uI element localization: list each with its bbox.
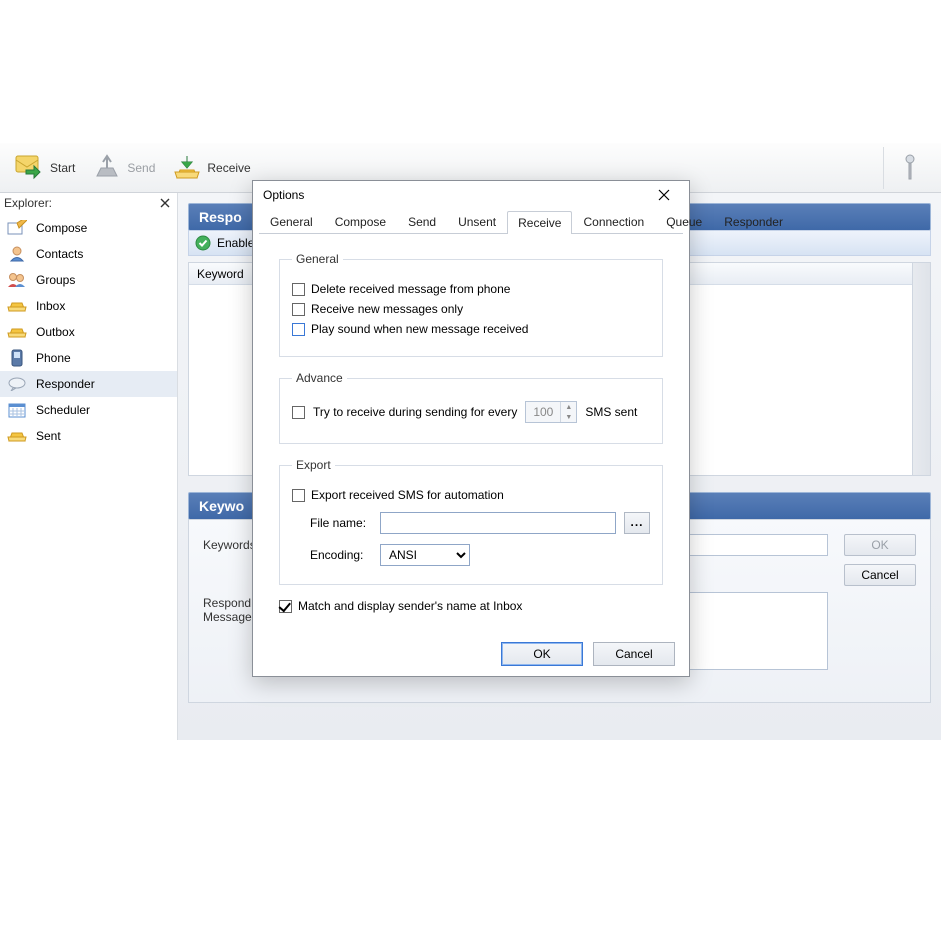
sidebar-item-label: Compose <box>36 221 87 235</box>
sidebar-item-label: Phone <box>36 351 71 365</box>
responder-icon <box>6 375 28 393</box>
start-label: Start <box>50 161 75 175</box>
file-name-label: File name: <box>310 516 372 530</box>
general-legend: General <box>292 252 343 266</box>
key-icon <box>903 153 917 183</box>
play-sound-checkbox[interactable] <box>292 323 305 336</box>
dialog-ok-button[interactable]: OK <box>501 642 583 666</box>
respond-label-line1: Respond <box>203 596 251 610</box>
sidebar-item-contacts[interactable]: Contacts <box>0 241 177 267</box>
sidebar-item-scheduler[interactable]: Scheduler <box>0 397 177 423</box>
responder-title: Respo <box>199 209 242 225</box>
general-group: General Delete received message from pho… <box>279 252 663 357</box>
match-display-checkbox[interactable] <box>279 600 292 613</box>
keyword-col-label: Keyword <box>197 267 244 281</box>
sidebar-item-label: Sent <box>36 429 61 443</box>
dialog-cancel-button[interactable]: Cancel <box>593 642 675 666</box>
export-sms-checkbox[interactable] <box>292 489 305 502</box>
receive-icon <box>171 152 203 184</box>
sms-sent-label: SMS sent <box>585 405 637 419</box>
contacts-icon <box>6 245 28 263</box>
dialog-titlebar[interactable]: Options <box>253 181 689 209</box>
delete-received-checkbox[interactable] <box>292 283 305 296</box>
dialog-title: Options <box>263 188 649 202</box>
explorer-title: Explorer: <box>4 196 157 210</box>
close-icon <box>160 198 170 208</box>
send-button[interactable]: Send <box>83 147 163 189</box>
file-name-input[interactable] <box>380 512 616 534</box>
advance-legend: Advance <box>292 371 347 385</box>
export-group: Export Export received SMS for automatio… <box>279 458 663 585</box>
receive-button[interactable]: Receive <box>163 147 258 189</box>
check-circle-icon <box>195 235 211 251</box>
sidebar-item-groups[interactable]: Groups <box>0 267 177 293</box>
respond-label-line2: Message <box>203 610 252 624</box>
tab-send[interactable]: Send <box>397 210 447 233</box>
explorer-close[interactable] <box>157 195 173 211</box>
sidebar-item-outbox[interactable]: Outbox <box>0 319 177 345</box>
options-dialog: Options General Compose Send Unsent Rece… <box>252 180 690 677</box>
scheduler-icon <box>6 401 28 419</box>
advance-group: Advance Try to receive during sending fo… <box>279 371 663 444</box>
tab-general[interactable]: General <box>259 210 324 233</box>
keyword-list-scrollbar[interactable] <box>912 263 930 475</box>
sms-count-value: 100 <box>526 405 560 419</box>
enable-label[interactable]: Enable <box>217 236 254 250</box>
try-receive-label: Try to receive during sending for every <box>313 405 517 419</box>
keyword-props-title: Keywo <box>199 498 244 514</box>
spinner-arrows[interactable]: ▲▼ <box>560 402 576 422</box>
compose-icon <box>6 219 28 237</box>
tab-queue[interactable]: Queue <box>655 210 713 233</box>
dialog-close-button[interactable] <box>649 184 679 206</box>
sidebar-item-compose[interactable]: Compose <box>0 215 177 241</box>
tab-connection[interactable]: Connection <box>572 210 655 233</box>
explorer-panel: Explorer: Compose Contacts Groups <box>0 193 178 740</box>
tab-compose[interactable]: Compose <box>324 210 397 233</box>
tab-receive[interactable]: Receive <box>507 211 572 234</box>
groups-icon <box>6 271 28 289</box>
encoding-label: Encoding: <box>310 548 372 562</box>
sms-count-spinner[interactable]: 100 ▲▼ <box>525 401 577 423</box>
send-label: Send <box>127 161 155 175</box>
dialog-buttons: OK Cancel <box>253 632 689 676</box>
sidebar-item-sent[interactable]: Sent <box>0 423 177 449</box>
export-legend: Export <box>292 458 335 472</box>
tab-responder[interactable]: Responder <box>713 210 794 233</box>
props-cancel-button[interactable]: Cancel <box>844 564 916 586</box>
receive-new-only-checkbox[interactable] <box>292 303 305 316</box>
sidebar-item-label: Responder <box>36 377 95 391</box>
dialog-tabs: General Compose Send Unsent Receive Conn… <box>253 209 689 233</box>
start-button[interactable]: Start <box>6 147 83 189</box>
key-tool[interactable] <box>883 147 935 189</box>
inbox-icon <box>6 297 28 315</box>
sidebar-item-label: Contacts <box>36 247 83 261</box>
sidebar-item-label: Groups <box>36 273 75 287</box>
receive-label: Receive <box>207 161 250 175</box>
send-icon <box>91 152 123 184</box>
try-receive-checkbox[interactable] <box>292 406 305 419</box>
sidebar-item-label: Inbox <box>36 299 65 313</box>
match-display-label: Match and display sender's name at Inbox <box>298 599 522 613</box>
sidebar-item-label: Outbox <box>36 325 75 339</box>
explorer-header: Explorer: <box>0 193 177 213</box>
phone-icon <box>6 349 28 367</box>
start-icon <box>14 152 46 184</box>
close-icon <box>658 189 670 201</box>
props-ok-button[interactable]: OK <box>844 534 916 556</box>
tab-body-receive: General Delete received message from pho… <box>259 233 683 632</box>
receive-new-only-label: Receive new messages only <box>311 302 463 316</box>
sidebar-item-responder[interactable]: Responder <box>0 371 177 397</box>
delete-received-label: Delete received message from phone <box>311 282 510 296</box>
tab-unsent[interactable]: Unsent <box>447 210 507 233</box>
play-sound-label: Play sound when new message received <box>311 322 528 336</box>
browse-button[interactable]: ... <box>624 512 650 534</box>
encoding-select[interactable]: ANSI <box>380 544 470 566</box>
sent-icon <box>6 427 28 445</box>
export-sms-label: Export received SMS for automation <box>311 488 504 502</box>
explorer-list: Compose Contacts Groups Inbox Outbox <box>0 213 177 740</box>
outbox-icon <box>6 323 28 341</box>
sidebar-item-inbox[interactable]: Inbox <box>0 293 177 319</box>
sidebar-item-label: Scheduler <box>36 403 90 417</box>
sidebar-item-phone[interactable]: Phone <box>0 345 177 371</box>
